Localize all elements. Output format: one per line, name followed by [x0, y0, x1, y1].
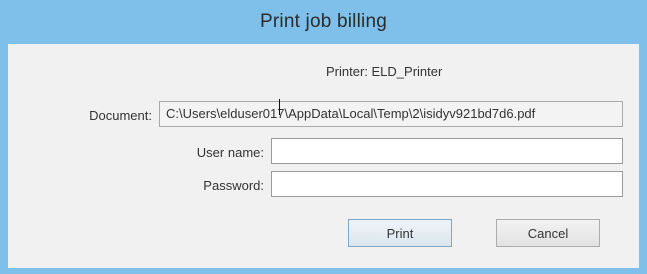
printer-label: Printer: ELD_Printer: [326, 64, 443, 79]
print-button[interactable]: Print: [348, 219, 452, 247]
password-input[interactable]: [272, 172, 622, 196]
cancel-button[interactable]: Cancel: [496, 219, 600, 247]
dialog-title: Print job billing: [260, 11, 387, 32]
text-caret: [279, 99, 280, 115]
password-label: Password:: [203, 178, 264, 193]
document-label: Document:: [89, 108, 152, 123]
title-bar[interactable]: Print job billing: [0, 0, 647, 44]
username-input[interactable]: [272, 139, 622, 163]
username-field-box: [271, 138, 623, 164]
dialog-body: Printer: ELD_Printer Document: C:\Users\…: [8, 44, 639, 268]
username-label: User name:: [196, 145, 264, 160]
document-path-field: C:\Users\elduser017\AppData\Local\Temp\2…: [159, 101, 623, 127]
print-job-billing-dialog: Print job billing Printer: ELD_Printer D…: [0, 0, 647, 274]
password-field-box: [271, 171, 623, 197]
